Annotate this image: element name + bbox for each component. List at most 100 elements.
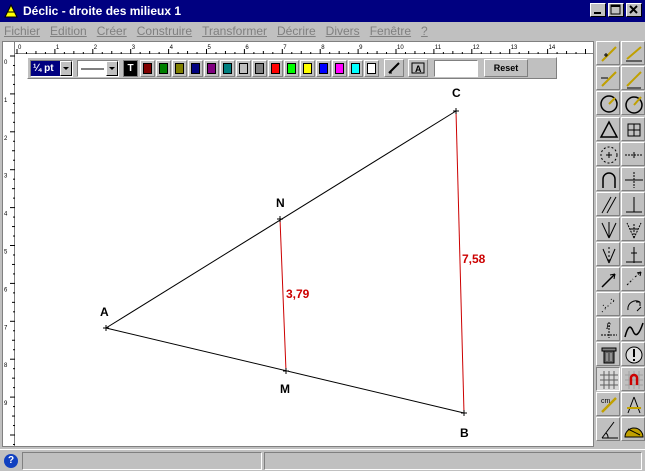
tool-grid-button[interactable] [596, 367, 620, 391]
point-A-marker[interactable] [103, 325, 109, 331]
color-swatch-5[interactable] [220, 59, 235, 77]
chevron-down-icon[interactable] [60, 60, 72, 76]
color-swatch-11[interactable] [316, 59, 331, 77]
center-tool-icon [600, 146, 618, 164]
tool-circle-button[interactable] [596, 91, 620, 115]
vector-icon [601, 273, 616, 288]
tool-segment-button[interactable] [596, 66, 620, 90]
menu-fenetre[interactable]: Fenêtre [370, 24, 411, 38]
menu-edition[interactable]: Edition [50, 24, 87, 38]
label-a-icon: A [411, 62, 425, 74]
translation-icon [626, 271, 642, 286]
compass-icon [627, 396, 641, 414]
declic-app-icon[interactable] [3, 3, 19, 19]
point-C-marker[interactable] [453, 108, 459, 114]
tool-perpendicular-bisector-button[interactable] [621, 167, 645, 191]
title-bar[interactable]: Déclic - droite des milieux 1 [0, 0, 645, 22]
tool-polygon-button[interactable] [621, 117, 645, 141]
tool-symmetry-button[interactable] [596, 242, 620, 266]
tool-line-button[interactable] [621, 41, 645, 65]
point-label-C[interactable]: C [452, 86, 461, 100]
tool-protractor-button[interactable] [621, 417, 645, 441]
ruler-measure-icon: cm [601, 397, 617, 413]
color-swatch-3[interactable] [188, 59, 203, 77]
color-swatch-12[interactable] [332, 59, 347, 77]
measure-BC[interactable]: 7,58 [462, 252, 486, 266]
color-swatch-9[interactable] [284, 59, 299, 77]
tool-distance-button[interactable] [621, 242, 645, 266]
menu-construire[interactable]: Construire [137, 24, 192, 38]
menu-help[interactable]: ? [421, 24, 428, 38]
tool-homothety-button[interactable] [596, 292, 620, 316]
value-input[interactable] [434, 59, 478, 77]
help-icon[interactable]: ? [4, 454, 18, 468]
tool-ray-button[interactable] [621, 66, 645, 90]
tool-intersection-button[interactable] [596, 167, 620, 191]
line-style-select[interactable] [77, 59, 119, 77]
tool-curve-button[interactable] [621, 317, 645, 341]
tool-angle-button[interactable] [596, 417, 620, 441]
geometry-figure[interactable]: A C B N M 3,79 7,58 [3, 42, 594, 447]
exclamation-icon [625, 346, 643, 364]
color-swatch-10[interactable] [300, 59, 315, 77]
minimize-button[interactable] [590, 3, 606, 17]
maximize-button[interactable] [608, 3, 624, 17]
drawing-canvas[interactable]: 0 1 2 3 4 5 6 7 8 9 10 11 12 13 14 0123456789 A C B N … [2, 41, 594, 447]
tool-rotation-button[interactable] [621, 292, 645, 316]
measure-MN[interactable]: 3,79 [286, 287, 310, 301]
color-swatch-6[interactable] [236, 59, 251, 77]
tool-compass-button[interactable] [621, 392, 645, 416]
color-swatch-14[interactable] [364, 59, 379, 77]
curve-icon [624, 322, 644, 338]
tool-center-button[interactable] [596, 142, 620, 166]
tool-info-button[interactable] [621, 342, 645, 366]
menu-creer[interactable]: Créer [97, 24, 127, 38]
minimize-icon [594, 12, 601, 14]
line-width-value: ¼ pt [33, 62, 54, 74]
color-swatch-1[interactable] [156, 59, 171, 77]
tool-point-button[interactable] [596, 41, 620, 65]
tool-delete-button[interactable] [596, 342, 620, 366]
menu-transformer[interactable]: Transformer [202, 24, 267, 38]
menu-fichier[interactable]: Fichier [4, 24, 40, 38]
tool-magnet-button[interactable] [621, 367, 645, 391]
tool-perpendicular-button[interactable] [621, 192, 645, 216]
segment-tool-icon [601, 71, 617, 87]
tool-arc-button[interactable] [621, 91, 645, 115]
tool-tangent-button[interactable] [621, 217, 645, 241]
menu-bar: Fichier Edition Créer Construire Transfo… [0, 22, 645, 40]
point-label-B[interactable]: B [460, 426, 469, 440]
tool-parallel-button[interactable] [596, 192, 620, 216]
color-swatch-fill [303, 62, 312, 74]
color-swatch-2[interactable] [172, 59, 187, 77]
tool-angle-bisector-button[interactable] [596, 217, 620, 241]
tool-triangle-button[interactable] [596, 117, 620, 141]
color-swatch-4[interactable] [204, 59, 219, 77]
point-B-marker[interactable] [461, 410, 467, 416]
menu-decrire[interactable]: Décrire [277, 24, 316, 38]
pen-tool-button[interactable] [384, 59, 404, 77]
reset-button[interactable]: Reset [484, 59, 528, 77]
tangent-icon [626, 222, 642, 239]
close-button[interactable] [626, 3, 642, 17]
color-swatch-7[interactable] [252, 59, 267, 77]
point-label-A[interactable]: A [100, 305, 109, 319]
tool-measure-button[interactable]: cm [596, 392, 620, 416]
point-M-marker[interactable] [283, 368, 289, 374]
menu-divers[interactable]: Divers [326, 24, 360, 38]
point-label-M[interactable]: M [280, 382, 290, 396]
tool-function-button[interactable]: F [596, 317, 620, 341]
tool-vector-button[interactable] [596, 267, 620, 291]
line-width-select[interactable]: ¼ pt [30, 59, 73, 77]
color-swatch-0[interactable] [140, 59, 155, 77]
tool-translation-button[interactable] [621, 267, 645, 291]
window-controls [590, 3, 642, 17]
chevron-down-icon[interactable] [106, 60, 118, 76]
tool-midpoint-button[interactable] [621, 142, 645, 166]
label-tool-button[interactable]: A [408, 59, 428, 77]
point-label-N[interactable]: N [276, 196, 285, 210]
color-swatch-13[interactable] [348, 59, 363, 77]
text-color-swatch[interactable]: T [123, 59, 138, 77]
distance-icon [626, 247, 642, 263]
color-swatch-8[interactable] [268, 59, 283, 77]
